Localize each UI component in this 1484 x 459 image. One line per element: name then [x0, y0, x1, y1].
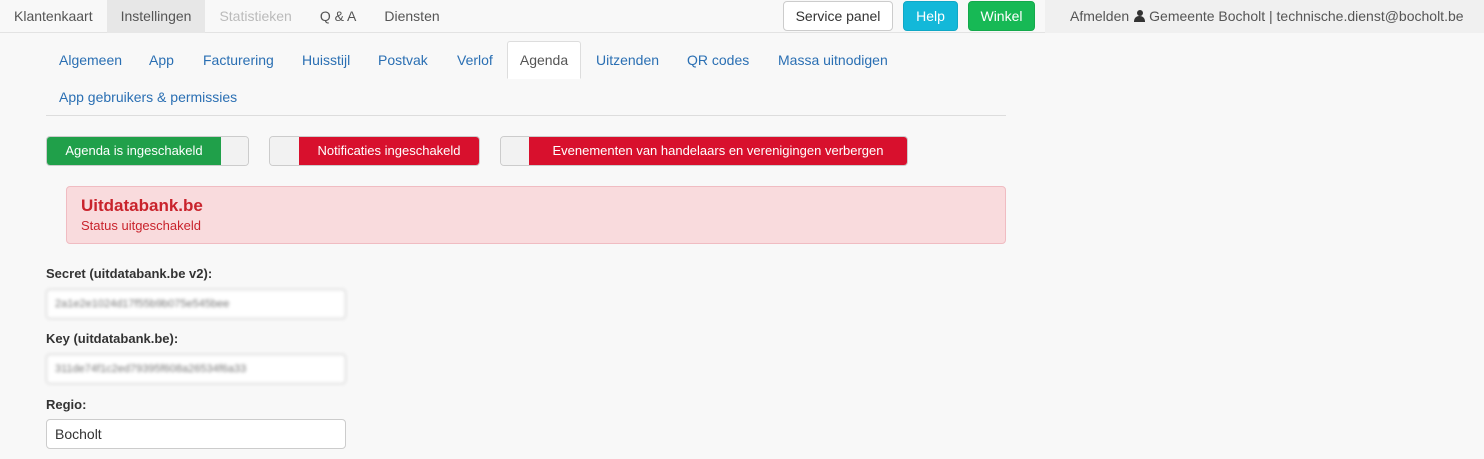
agenda-toggle-label: Agenda is ingeschakeld: [47, 137, 221, 165]
tab-postvak[interactable]: Postvak: [378, 41, 428, 79]
alert-title: Uitdatabank.be: [81, 196, 203, 215]
notificaties-toggle-label: Notificaties ingeschakeld: [299, 137, 479, 165]
tab-verlof[interactable]: Verlof: [457, 41, 493, 79]
tab-algemeen[interactable]: Algemeen: [59, 41, 122, 79]
agenda-toggle[interactable]: Agenda is ingeschakeld: [46, 136, 249, 166]
key-input[interactable]: [46, 354, 346, 384]
nav-instellingen[interactable]: Instellingen: [106, 0, 206, 33]
evenementen-verbergen-toggle-label: Evenementen van handelaars en vereniging…: [529, 137, 907, 165]
alert-status: Status uitgeschakeld: [81, 218, 201, 233]
notificaties-toggle[interactable]: Notificaties ingeschakeld: [269, 136, 480, 166]
uitdatabank-alert: Uitdatabank.be Status uitgeschakeld: [66, 186, 1006, 244]
nav-statistieken: Statistieken: [219, 8, 292, 24]
winkel-button[interactable]: Winkel: [968, 1, 1035, 31]
tab-huisstijl[interactable]: Huisstijl: [302, 41, 350, 79]
service-panel-button[interactable]: Service panel: [783, 1, 893, 31]
nav-q-and-a[interactable]: Q & A: [306, 0, 371, 33]
logout-link[interactable]: Afmelden: [1070, 8, 1129, 24]
regio-input[interactable]: [46, 419, 346, 449]
user-icon: [1134, 10, 1146, 22]
tab-facturering[interactable]: Facturering: [203, 41, 274, 79]
toggle-knob: [270, 137, 299, 165]
key-label: Key (uitdatabank.be):: [46, 331, 179, 346]
toggle-knob: [221, 137, 248, 165]
top-navbar: Klantenkaart Instellingen Statistieken Q…: [0, 0, 1484, 33]
nav-diensten[interactable]: Diensten: [370, 0, 453, 33]
help-button[interactable]: Help: [903, 1, 958, 31]
tab-qr-codes[interactable]: QR codes: [687, 41, 749, 79]
regio-label: Regio:: [46, 397, 87, 412]
tab-uitzenden[interactable]: Uitzenden: [596, 41, 659, 79]
secret-label: Secret (uitdatabank.be v2):: [46, 266, 213, 281]
tab-massa-uitnodigen[interactable]: Massa uitnodigen: [778, 41, 888, 79]
settings-tabs: Algemeen App Facturering Huisstijl Postv…: [46, 41, 1006, 116]
toggle-knob: [501, 137, 529, 165]
account-area: Afmelden Gemeente Bocholt | technische.di…: [1045, 0, 1484, 33]
account-label[interactable]: Gemeente Bocholt | technische.dienst@boc…: [1149, 8, 1463, 24]
secret-input[interactable]: [46, 289, 346, 319]
tab-app[interactable]: App: [149, 41, 174, 79]
evenementen-verbergen-toggle[interactable]: Evenementen van handelaars en vereniging…: [500, 136, 908, 166]
tab-agenda[interactable]: Agenda: [507, 41, 581, 79]
main-menu: Klantenkaart Instellingen Statistieken Q…: [0, 0, 454, 33]
tab-app-gebruikers-permissies[interactable]: App gebruikers & permissies: [59, 78, 237, 116]
nav-klantenkaart[interactable]: Klantenkaart: [0, 0, 107, 33]
